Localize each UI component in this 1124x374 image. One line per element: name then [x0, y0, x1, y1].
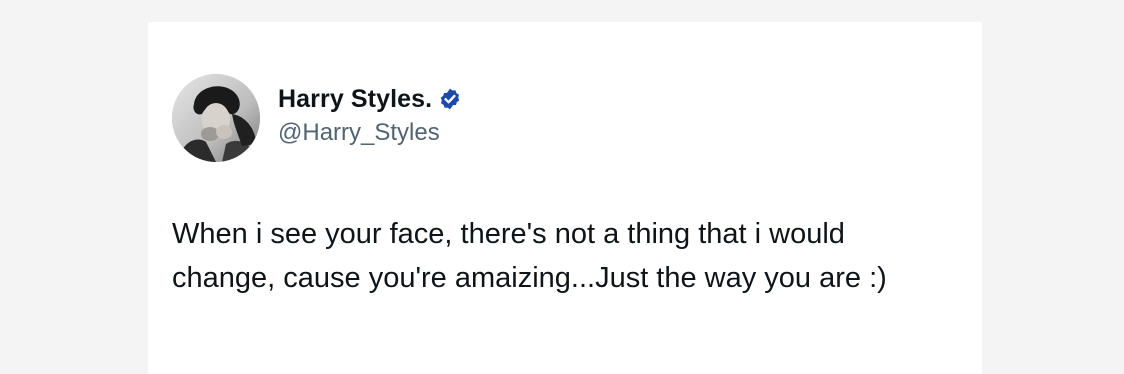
- author-name-row[interactable]: Harry Styles.: [278, 82, 462, 116]
- author-display-name[interactable]: Harry Styles.: [278, 85, 432, 114]
- author-avatar[interactable]: [172, 74, 260, 162]
- author-handle[interactable]: @Harry_Styles: [278, 119, 440, 147]
- avatar-photo: [172, 74, 260, 162]
- tweet-text: When i see your face, there's not a thin…: [172, 218, 887, 294]
- page: Harry Styles. @Harry_Styles When i see y…: [0, 0, 1124, 374]
- verified-badge-icon: [438, 87, 462, 111]
- tweet-card[interactable]: Harry Styles. @Harry_Styles When i see y…: [148, 22, 982, 374]
